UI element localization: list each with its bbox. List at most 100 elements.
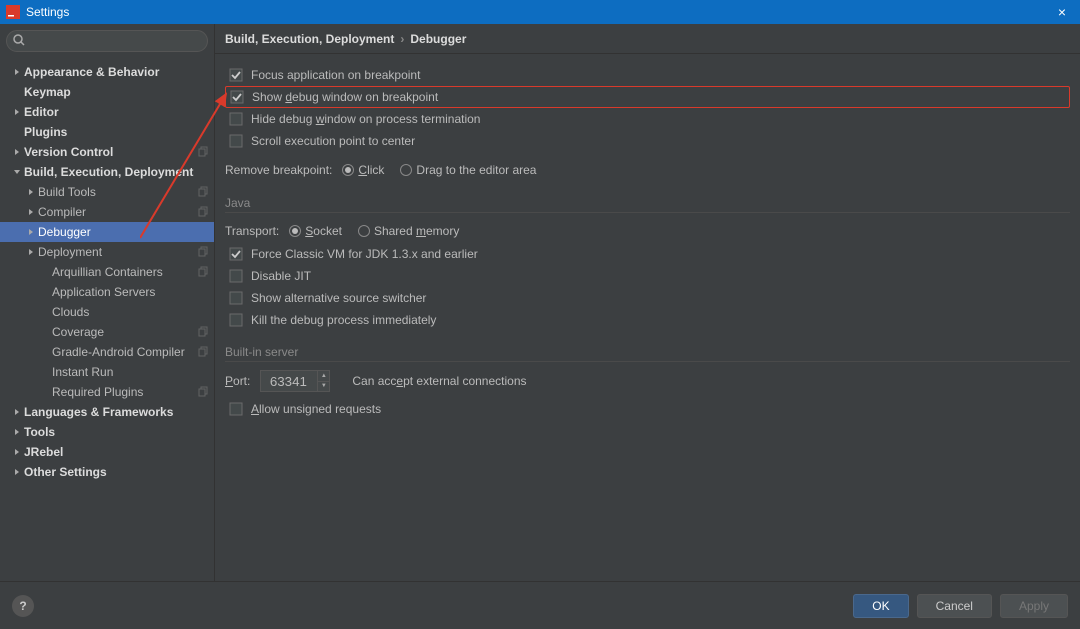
expand-arrow-icon (12, 67, 22, 77)
tree-item-other-settings[interactable]: Other Settings (0, 462, 214, 482)
java-section-header: Java (225, 196, 1070, 213)
checkbox-row[interactable]: Show debug window on breakpoint (225, 86, 1070, 108)
tree-item-deployment[interactable]: Deployment (0, 242, 214, 262)
tree-item-languages-frameworks[interactable]: Languages & Frameworks (0, 402, 214, 422)
expand-arrow-icon (40, 287, 50, 297)
tree-item-label: Required Plugins (52, 385, 198, 399)
tree-item-label: JRebel (24, 445, 210, 459)
cancel-button[interactable]: Cancel (917, 594, 992, 618)
checkbox-icon (229, 291, 243, 305)
tree-item-jrebel[interactable]: JRebel (0, 442, 214, 462)
tree-item-build-tools[interactable]: Build Tools (0, 182, 214, 202)
tree-item-label: Tools (24, 425, 210, 439)
apply-button[interactable]: Apply (1000, 594, 1068, 618)
help-button[interactable]: ? (12, 595, 34, 617)
checkbox-icon (229, 269, 243, 283)
footer: ? OK Cancel Apply (0, 581, 1080, 629)
tree-item-label: Coverage (52, 325, 198, 339)
checkbox-label: Force Classic VM for JDK 1.3.x and earli… (251, 247, 478, 261)
tree-item-compiler[interactable]: Compiler (0, 202, 214, 222)
sidebar: Appearance & Behavior Keymap Editor Plugins… (0, 24, 215, 581)
tree-item-editor[interactable]: Editor (0, 102, 214, 122)
checkbox-row[interactable]: Force Classic VM for JDK 1.3.x and earli… (225, 243, 1070, 265)
radio-label: Drag to the editor area (416, 163, 536, 177)
tree-item-label: Clouds (52, 305, 210, 319)
tree-item-label: Application Servers (52, 285, 210, 299)
expand-arrow-icon (12, 447, 22, 457)
tree-item-label: Languages & Frameworks (24, 405, 210, 419)
tree-item-arquillian-containers[interactable]: Arquillian Containers (0, 262, 214, 282)
tree-item-application-servers[interactable]: Application Servers (0, 282, 214, 302)
tree-item-label: Other Settings (24, 465, 210, 479)
checkbox-icon (229, 112, 243, 126)
checkbox-row[interactable]: Show alternative source switcher (225, 287, 1070, 309)
transport-label: Transport: (225, 224, 279, 238)
breadcrumb-current: Debugger (410, 32, 466, 46)
tree-item-appearance-behavior[interactable]: Appearance & Behavior (0, 62, 214, 82)
tree-item-clouds[interactable]: Clouds (0, 302, 214, 322)
port-row: Port: ▲▼ Can accept external connections (225, 370, 1070, 392)
checkbox-row[interactable]: Scroll execution point to center (225, 130, 1070, 152)
checkbox-label: Kill the debug process immediately (251, 313, 436, 327)
titlebar: Settings × (0, 0, 1080, 24)
expand-arrow-icon (12, 127, 22, 137)
expand-arrow-icon (40, 307, 50, 317)
tree-item-version-control[interactable]: Version Control (0, 142, 214, 162)
radio-button[interactable] (358, 225, 370, 237)
spinner-up-icon[interactable]: ▲ (317, 371, 329, 382)
tree-item-required-plugins[interactable]: Required Plugins (0, 382, 214, 402)
profile-scope-icon (198, 186, 210, 198)
checkbox-row[interactable]: Allow unsigned requests (225, 398, 1070, 420)
tree-item-tools[interactable]: Tools (0, 422, 214, 442)
tree-item-label: Deployment (38, 245, 198, 259)
search-icon (12, 33, 26, 47)
tree-item-label: Instant Run (52, 365, 210, 379)
breadcrumb-parent[interactable]: Build, Execution, Deployment (225, 32, 394, 46)
radio-button[interactable] (289, 225, 301, 237)
checkbox-label: Show debug window on breakpoint (252, 90, 438, 104)
expand-arrow-icon (40, 267, 50, 277)
close-button[interactable]: × (1050, 4, 1074, 20)
checkbox-icon (230, 90, 244, 104)
builtin-server-header: Built-in server (225, 345, 1070, 362)
tree-item-label: Plugins (24, 125, 210, 139)
checkbox-icon (229, 247, 243, 261)
main-panel: Build, Execution, Deployment › Debugger … (215, 24, 1080, 581)
tree-item-build-execution-deployment[interactable]: Build, Execution, Deployment (0, 162, 214, 182)
tree-item-gradle-android-compiler[interactable]: Gradle-Android Compiler (0, 342, 214, 362)
checkbox-row[interactable]: Disable JIT (225, 265, 1070, 287)
tree-item-debugger[interactable]: Debugger (0, 222, 214, 242)
checkbox-row[interactable]: Focus application on breakpoint (225, 64, 1070, 86)
search-box[interactable] (6, 30, 208, 52)
checkbox-label: Can accept external connections (352, 374, 526, 388)
checkbox-icon (229, 134, 243, 148)
checkbox-icon (229, 313, 243, 327)
tree-item-plugins[interactable]: Plugins (0, 122, 214, 142)
radio-button[interactable] (400, 164, 412, 176)
tree-item-coverage[interactable]: Coverage (0, 322, 214, 342)
ok-button[interactable]: OK (853, 594, 908, 618)
radio-button[interactable] (342, 164, 354, 176)
profile-scope-icon (198, 326, 210, 338)
expand-arrow-icon (26, 247, 36, 257)
breadcrumb: Build, Execution, Deployment › Debugger (215, 24, 1080, 54)
tree-item-keymap[interactable]: Keymap (0, 82, 214, 102)
tree-item-label: Keymap (24, 85, 210, 99)
expand-arrow-icon (12, 107, 22, 117)
checkbox-row[interactable]: Kill the debug process immediately (225, 309, 1070, 331)
checkbox-label: Focus application on breakpoint (251, 68, 420, 82)
spinner-down-icon[interactable]: ▼ (317, 382, 329, 392)
radio-label: Socket (305, 224, 342, 238)
port-spinner[interactable]: ▲▼ (260, 370, 330, 392)
profile-scope-icon (198, 146, 210, 158)
tree-item-label: Version Control (24, 145, 198, 159)
expand-arrow-icon (40, 367, 50, 377)
search-input[interactable] (6, 30, 208, 52)
radio-label: Click (358, 163, 384, 177)
tree-item-instant-run[interactable]: Instant Run (0, 362, 214, 382)
port-label: Port: (225, 374, 250, 388)
profile-scope-icon (198, 266, 210, 278)
checkbox-icon (229, 402, 243, 416)
checkbox-row[interactable]: Hide debug window on process termination (225, 108, 1070, 130)
checkbox-label: Allow unsigned requests (251, 402, 381, 416)
